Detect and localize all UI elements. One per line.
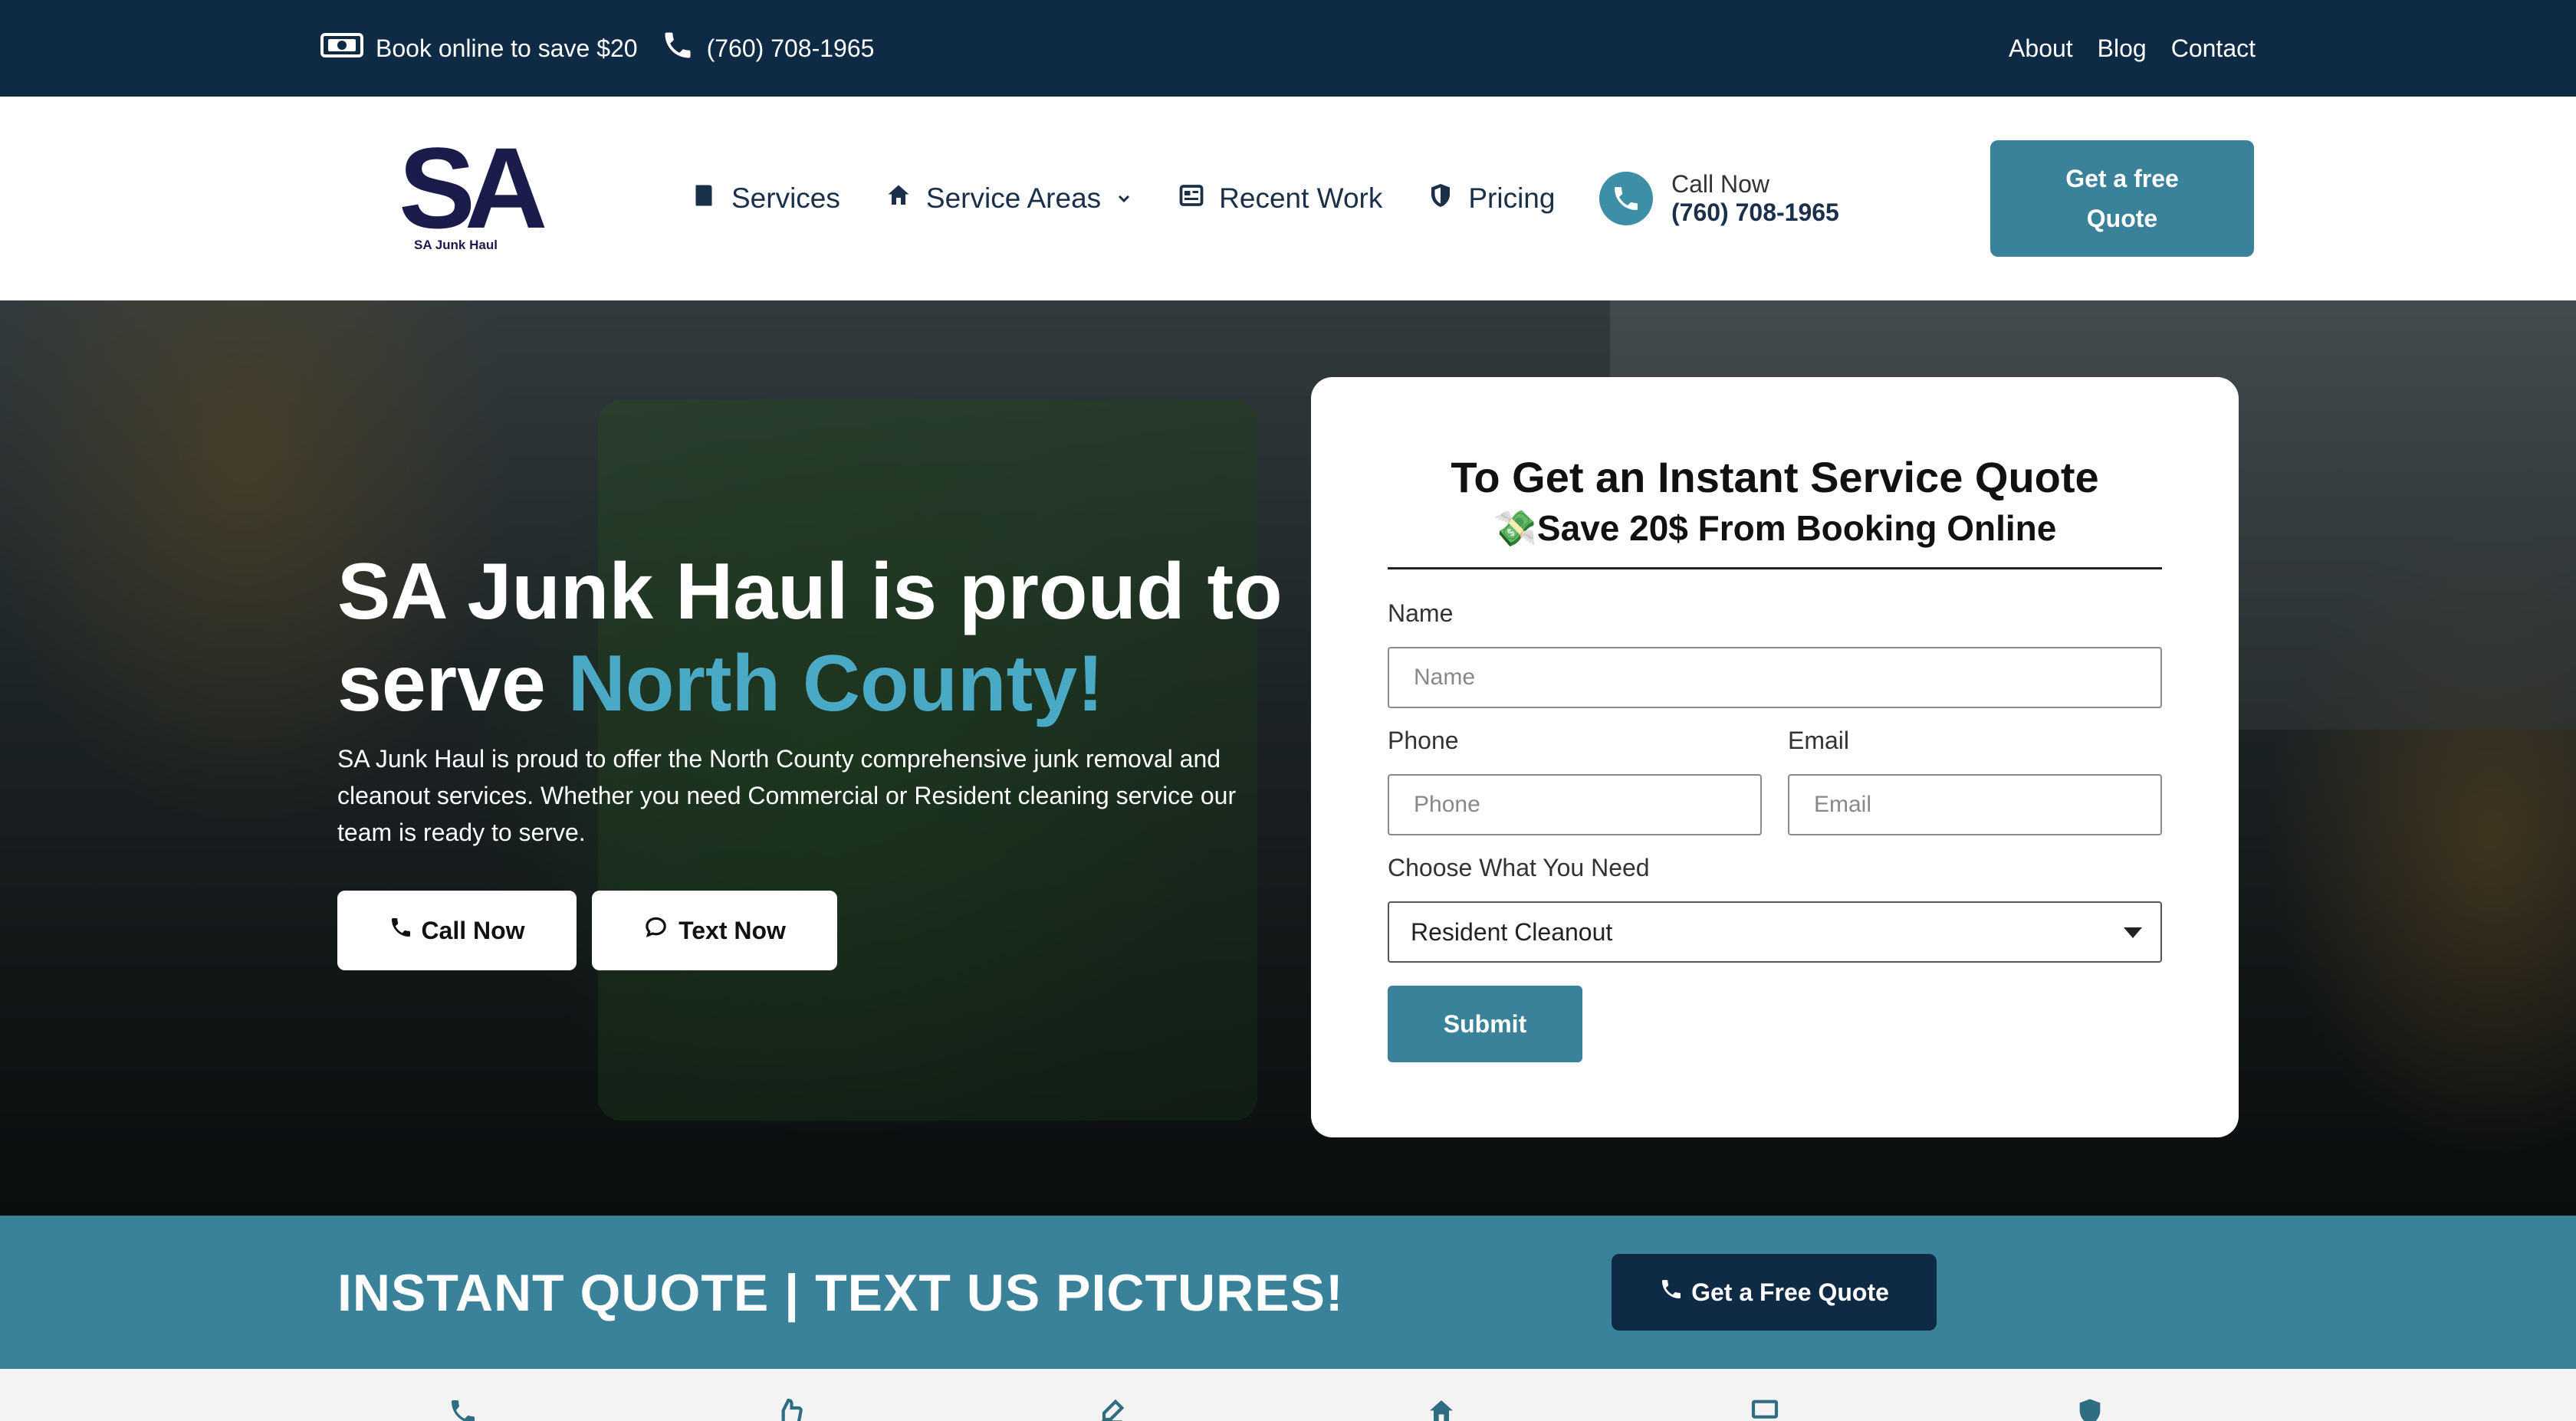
blog-link[interactable]: Blog (2098, 34, 2147, 63)
edit-icon (1101, 1399, 1125, 1421)
phone-icon (452, 1400, 475, 1421)
form-title: To Get an Instant Service Quote (1451, 453, 2099, 501)
nav-pricing[interactable]: Pricing (1427, 182, 1555, 216)
header-call-label: Call Now (1671, 170, 1770, 198)
phone-label: Phone (1388, 727, 1459, 754)
book-icon (690, 182, 718, 216)
phone-icon (1659, 1277, 1684, 1308)
main-nav: Services Service Areas Recent Work Prici… (690, 97, 1555, 300)
hero-buttons: Call Now Text Now (337, 891, 837, 970)
cta-quote-button[interactable]: Get a Free Quote (1612, 1254, 1937, 1331)
get-free-quote-button[interactable]: Get a free Quote (1990, 140, 2254, 257)
promo: Book online to save $20 (320, 32, 638, 64)
home-icon (1430, 1400, 1453, 1421)
caret-down-icon (2124, 927, 2142, 938)
shield-icon (2079, 1399, 2101, 1421)
phone-input[interactable] (1388, 774, 1762, 835)
phone-icon (389, 915, 413, 946)
email-label: Email (1788, 727, 1850, 754)
text-now-button[interactable]: Text Now (592, 891, 837, 970)
phone-circle-icon (1599, 172, 1653, 225)
nav-services[interactable]: Services (690, 182, 840, 216)
newspaper-icon (1178, 182, 1205, 216)
call-now-label: Call Now (421, 916, 525, 944)
top-phone[interactable]: (760) 708-1965 (661, 28, 875, 68)
cta-quote-label: Get a Free Quote (1691, 1278, 1889, 1306)
submit-button[interactable]: Submit (1388, 986, 1582, 1062)
top-bar-left: Book online to save $20 (760) 708-1965 (320, 0, 874, 97)
about-link[interactable]: About (2009, 34, 2073, 63)
service-select[interactable]: Resident Cleanout (1388, 901, 2162, 963)
text-now-label: Text Now (678, 916, 786, 944)
form-subtitle: 💸Save 20$ From Booking Online (1493, 508, 2057, 548)
nav-pricing-label: Pricing (1468, 182, 1556, 214)
nav-service-areas[interactable]: Service Areas (885, 182, 1133, 216)
monitor-icon (1751, 1400, 1779, 1419)
hero-description: SA Junk Haul is proud to offer the North… (337, 745, 1237, 846)
nav-recent-work-label: Recent Work (1219, 182, 1383, 214)
header-call-text: Call Now (760) 708-1965 (1671, 170, 1839, 227)
top-phone-number[interactable]: (760) 708-1965 (707, 34, 875, 63)
features-strip (0, 1369, 2576, 1421)
site-header: SA SA Junk Haul Services Service Areas R… (0, 97, 2576, 300)
cta-title: INSTANT QUOTE | TEXT US PICTURES! (337, 1264, 1344, 1322)
service-select-value: Resident Cleanout (1411, 917, 1613, 946)
email-input[interactable] (1788, 774, 2162, 835)
quote-form: To Get an Instant Service Quote 💸Save 20… (1311, 377, 2239, 1137)
nav-services-label: Services (731, 182, 840, 214)
top-bar: Book online to save $20 (760) 708-1965 A… (0, 0, 2576, 97)
phone-icon (661, 28, 695, 68)
cash-icon (320, 32, 363, 64)
thumbs-up-icon (781, 1398, 803, 1421)
top-links: About Blog Contact (2009, 0, 2256, 97)
form-divider (1388, 567, 2162, 569)
hero-title-accent: North County! (567, 639, 1104, 728)
chat-icon (643, 915, 671, 946)
need-label: Choose What You Need (1388, 854, 1650, 881)
shield-icon (1427, 182, 1454, 216)
hero: SA Junk Haul is proud to serve North Cou… (0, 300, 2576, 1216)
chevron-down-icon (1115, 182, 1133, 215)
home-icon (885, 182, 912, 216)
header-call-phone[interactable]: (760) 708-1965 (1671, 199, 1839, 227)
call-now-button[interactable]: Call Now (337, 891, 577, 970)
nav-service-areas-label: Service Areas (925, 182, 1102, 214)
promo-text: Book online to save $20 (376, 34, 638, 62)
nav-recent-work[interactable]: Recent Work (1178, 182, 1382, 216)
contact-link[interactable]: Contact (2171, 34, 2256, 63)
name-label: Name (1388, 599, 1454, 627)
logo[interactable]: SA SA Junk Haul (383, 123, 547, 268)
logo-mark: SA (399, 123, 547, 252)
logo-name: SA Junk Haul (414, 238, 498, 252)
header-call[interactable]: Call Now (760) 708-1965 (1599, 97, 1839, 300)
cta-band: INSTANT QUOTE | TEXT US PICTURES! Get a … (0, 1216, 2576, 1369)
name-input[interactable] (1388, 647, 2162, 708)
hero-title: SA Junk Haul is proud to serve North Cou… (337, 546, 1319, 730)
